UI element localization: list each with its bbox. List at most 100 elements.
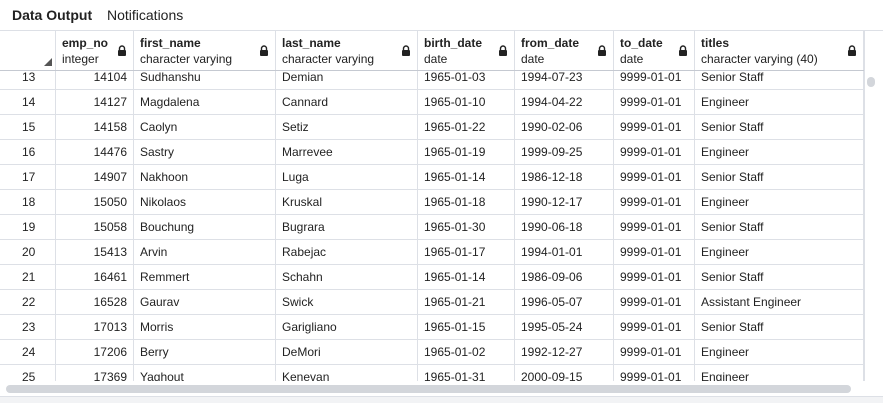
cell-birth-date[interactable]: 1965-01-03 — [418, 71, 515, 89]
cell-birth-date[interactable]: 1965-01-10 — [418, 90, 515, 114]
cell-titles[interactable]: Assistant Engineer — [695, 290, 864, 314]
cell-birth-date[interactable]: 1965-01-14 — [418, 265, 515, 289]
cell-to-date[interactable]: 9999-01-01 — [614, 265, 695, 289]
cell-from-date[interactable]: 1994-04-22 — [515, 90, 614, 114]
cell-emp-no[interactable]: 14476 — [56, 140, 134, 164]
row-number[interactable]: 21 — [0, 265, 56, 289]
horizontal-scrollbar[interactable] — [0, 381, 865, 394]
cell-titles[interactable]: Engineer — [695, 340, 864, 364]
cell-to-date[interactable]: 9999-01-01 — [614, 240, 695, 264]
cell-last-name[interactable]: Marrevee — [276, 140, 418, 164]
select-all-corner[interactable] — [0, 31, 56, 70]
cell-last-name[interactable]: Schahn — [276, 265, 418, 289]
cell-last-name[interactable]: Setiz — [276, 115, 418, 139]
cell-to-date[interactable]: 9999-01-01 — [614, 340, 695, 364]
cell-to-date[interactable]: 9999-01-01 — [614, 315, 695, 339]
cell-to-date[interactable]: 9999-01-01 — [614, 290, 695, 314]
horizontal-scroll-thumb[interactable] — [6, 385, 851, 393]
cell-birth-date[interactable]: 1965-01-02 — [418, 340, 515, 364]
cell-last-name[interactable]: Kenevan — [276, 365, 418, 381]
cell-emp-no[interactable]: 14907 — [56, 165, 134, 189]
cell-titles[interactable]: Engineer — [695, 240, 864, 264]
cell-first-name[interactable]: Yaghout — [134, 365, 276, 381]
row-number[interactable]: 13 — [0, 71, 56, 89]
column-header-emp-no[interactable]: emp_no integer — [56, 31, 134, 70]
cell-titles[interactable]: Senior Staff — [695, 215, 864, 239]
row-number[interactable]: 18 — [0, 190, 56, 214]
cell-first-name[interactable]: Nikolaos — [134, 190, 276, 214]
cell-from-date[interactable]: 1994-07-23 — [515, 71, 614, 89]
column-header-last-name[interactable]: last_name character varying — [276, 31, 418, 70]
table-row[interactable]: 22 16528 Gaurav Swick 1965-01-21 1996-05-07 99… — [0, 290, 864, 315]
cell-birth-date[interactable]: 1965-01-19 — [418, 140, 515, 164]
cell-last-name[interactable]: Swick — [276, 290, 418, 314]
cell-first-name[interactable]: Magdalena — [134, 90, 276, 114]
cell-to-date[interactable]: 9999-01-01 — [614, 140, 695, 164]
cell-to-date[interactable]: 9999-01-01 — [614, 365, 695, 381]
cell-last-name[interactable]: Garigliano — [276, 315, 418, 339]
table-row[interactable]: 14 14127 Magdalena Cannard 1965-01-10 1994-04… — [0, 90, 864, 115]
cell-birth-date[interactable]: 1965-01-30 — [418, 215, 515, 239]
cell-emp-no[interactable]: 17206 — [56, 340, 134, 364]
table-row[interactable]: 18 15050 Nikolaos Kruskal 1965-01-18 1990-12-… — [0, 190, 864, 215]
tab-notifications[interactable]: Notifications — [107, 7, 183, 24]
cell-first-name[interactable]: Caolyn — [134, 115, 276, 139]
cell-first-name[interactable]: Arvin — [134, 240, 276, 264]
table-row[interactable]: 21 16461 Remmert Schahn 1965-01-14 1986-09-06… — [0, 265, 864, 290]
row-number[interactable]: 23 — [0, 315, 56, 339]
cell-from-date[interactable]: 1995-05-24 — [515, 315, 614, 339]
row-number[interactable]: 20 — [0, 240, 56, 264]
cell-first-name[interactable]: Gaurav — [134, 290, 276, 314]
cell-birth-date[interactable]: 1965-01-31 — [418, 365, 515, 381]
cell-first-name[interactable]: Nakhoon — [134, 165, 276, 189]
cell-emp-no[interactable]: 17013 — [56, 315, 134, 339]
column-header-titles[interactable]: titles character varying (40) — [695, 31, 864, 70]
cell-emp-no[interactable]: 15058 — [56, 215, 134, 239]
cell-from-date[interactable]: 2000-09-15 — [515, 365, 614, 381]
table-row[interactable]: 23 17013 Morris Garigliano 1965-01-15 1995-05… — [0, 315, 864, 340]
column-header-first-name[interactable]: first_name character varying — [134, 31, 276, 70]
cell-to-date[interactable]: 9999-01-01 — [614, 71, 695, 89]
cell-first-name[interactable]: Sastry — [134, 140, 276, 164]
cell-first-name[interactable]: Morris — [134, 315, 276, 339]
cell-last-name[interactable]: Luga — [276, 165, 418, 189]
table-row[interactable]: 13 14104 Sudhanshu Demian 1965-01-03 1994-07-… — [0, 71, 864, 90]
table-row[interactable]: 24 17206 Berry DeMori 1965-01-02 1992-12-27 99… — [0, 340, 864, 365]
cell-birth-date[interactable]: 1965-01-15 — [418, 315, 515, 339]
cell-to-date[interactable]: 9999-01-01 — [614, 115, 695, 139]
cell-birth-date[interactable]: 1965-01-14 — [418, 165, 515, 189]
cell-to-date[interactable]: 9999-01-01 — [614, 165, 695, 189]
cell-from-date[interactable]: 1999-09-25 — [515, 140, 614, 164]
cell-birth-date[interactable]: 1965-01-17 — [418, 240, 515, 264]
cell-titles[interactable]: Engineer — [695, 365, 864, 381]
cell-first-name[interactable]: Sudhanshu — [134, 71, 276, 89]
column-header-from-date[interactable]: from_date date — [515, 31, 614, 70]
row-number[interactable]: 14 — [0, 90, 56, 114]
row-number[interactable]: 15 — [0, 115, 56, 139]
cell-from-date[interactable]: 1996-05-07 — [515, 290, 614, 314]
cell-last-name[interactable]: Demian — [276, 71, 418, 89]
cell-titles[interactable]: Senior Staff — [695, 165, 864, 189]
cell-first-name[interactable]: Berry — [134, 340, 276, 364]
cell-first-name[interactable]: Remmert — [134, 265, 276, 289]
cell-last-name[interactable]: Cannard — [276, 90, 418, 114]
row-number[interactable]: 22 — [0, 290, 56, 314]
cell-last-name[interactable]: DeMori — [276, 340, 418, 364]
cell-last-name[interactable]: Rabejac — [276, 240, 418, 264]
cell-birth-date[interactable]: 1965-01-18 — [418, 190, 515, 214]
cell-titles[interactable]: Engineer — [695, 190, 864, 214]
cell-first-name[interactable]: Bouchung — [134, 215, 276, 239]
cell-emp-no[interactable]: 17369 — [56, 365, 134, 381]
table-row[interactable]: 19 15058 Bouchung Bugrara 1965-01-30 1990-06-… — [0, 215, 864, 240]
cell-from-date[interactable]: 1990-12-17 — [515, 190, 614, 214]
column-header-to-date[interactable]: to_date date — [614, 31, 695, 70]
table-row[interactable]: 25 17369 Yaghout Kenevan 1965-01-31 2000-09-1… — [0, 365, 864, 381]
table-row[interactable]: 15 14158 Caolyn Setiz 1965-01-22 1990-02-06 99… — [0, 115, 864, 140]
table-row[interactable]: 20 15413 Arvin Rabejac 1965-01-17 1994-01-01 9… — [0, 240, 864, 265]
table-row[interactable]: 17 14907 Nakhoon Luga 1965-01-14 1986-12-18 99… — [0, 165, 864, 190]
cell-titles[interactable]: Engineer — [695, 90, 864, 114]
cell-last-name[interactable]: Bugrara — [276, 215, 418, 239]
cell-last-name[interactable]: Kruskal — [276, 190, 418, 214]
cell-to-date[interactable]: 9999-01-01 — [614, 90, 695, 114]
tab-data-output[interactable]: Data Output — [12, 7, 92, 24]
